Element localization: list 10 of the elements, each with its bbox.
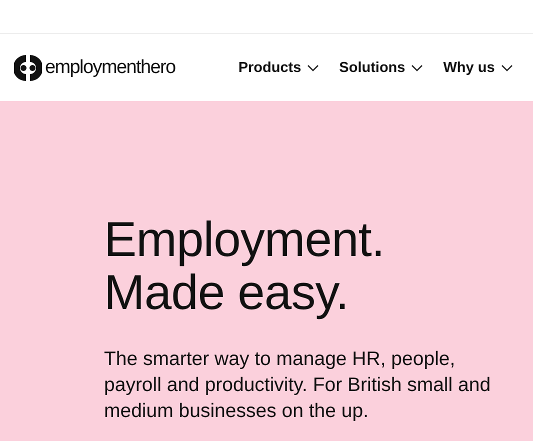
chevron-icon [307,64,320,72]
nav-menu-button[interactable]: Solutions [331,56,432,80]
hero-subtitle: The smarter way to manage HR, people, payroll and productivity. For British small and medium businesses on the up. [104,347,492,424]
hero-heading: Employment. Made easy. [104,214,386,320]
chevron-icon [411,64,424,72]
logo-icon [14,54,42,82]
nav-menu-button[interactable]: Products [230,56,328,80]
chevron-icon [500,64,513,72]
nav-menu-button[interactable]: Why us [435,56,521,80]
logo-link[interactable]: employmenthero [14,54,176,82]
